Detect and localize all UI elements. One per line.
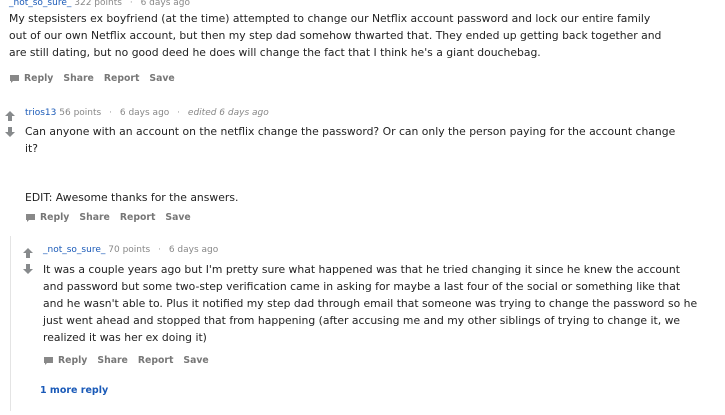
comment-timestamp: 6 days ago xyxy=(140,0,190,8)
comment-line: realized it was her ex doing it) xyxy=(43,331,207,344)
thread-line[interactable] xyxy=(10,236,11,411)
comment-line: just went ahead and stopped that from ha… xyxy=(43,314,681,327)
more-replies-link[interactable]: 1 more reply xyxy=(40,385,108,396)
reply-button[interactable]: Reply xyxy=(9,73,53,84)
downvote-arrow-icon[interactable] xyxy=(4,126,16,138)
comment-line: out of our own Netflix account, but then… xyxy=(9,29,662,42)
reply-speech-bubble-icon xyxy=(44,356,53,365)
comment-username[interactable]: _not_so_sure_ xyxy=(9,0,71,8)
comment-body: Can anyone with an account on the netfli… xyxy=(25,123,715,157)
comment-actions: Reply Share Report Save xyxy=(9,73,185,84)
comment-body: My stepsisters ex boyfriend (at the time… xyxy=(9,10,709,61)
comment-line: and password but some two-step verificat… xyxy=(43,280,681,293)
upvote-arrow-icon[interactable] xyxy=(4,110,16,122)
report-button[interactable]: Report xyxy=(138,355,174,366)
comment-line: My stepsisters ex boyfriend (at the time… xyxy=(9,12,651,25)
comment-line: are still dating, but no good deed he do… xyxy=(9,46,541,59)
report-button[interactable]: Report xyxy=(120,212,156,223)
downvote-arrow-icon[interactable] xyxy=(22,263,34,275)
reply-button[interactable]: Reply xyxy=(25,212,69,223)
comment-edited-label: edited 6 days ago xyxy=(187,108,269,118)
comment-timestamp: 6 days ago xyxy=(119,108,170,118)
save-button[interactable]: Save xyxy=(165,212,190,223)
share-button[interactable]: Share xyxy=(63,73,93,84)
reply-button[interactable]: Reply xyxy=(43,355,87,366)
comment-edit-note: EDIT: Awesome thanks for the answers. xyxy=(25,189,715,206)
comment-points: 70 points xyxy=(108,245,151,255)
comment-meta: trios13 56 points · 6 days ago · edited … xyxy=(25,108,269,118)
share-button[interactable]: Share xyxy=(79,212,109,223)
comment-line: EDIT: Awesome thanks for the answers. xyxy=(25,191,239,204)
comment-username[interactable]: _not_so_sure_ xyxy=(43,245,105,255)
comment-line: Can anyone with an account on the netfli… xyxy=(25,125,676,138)
comment-timestamp: 6 days ago xyxy=(168,245,219,255)
upvote-arrow-icon[interactable] xyxy=(22,247,34,259)
comment-line: and he wasn't able to. Plus it notified … xyxy=(43,297,698,310)
comment-points: 56 points xyxy=(59,108,102,118)
comment-points: 322 points xyxy=(74,0,122,8)
report-button[interactable]: Report xyxy=(104,73,140,84)
comment-username[interactable]: trios13 xyxy=(25,108,56,118)
save-button[interactable]: Save xyxy=(183,355,208,366)
comment-line: it? xyxy=(25,142,38,155)
comment-body: It was a couple years ago but I'm pretty… xyxy=(43,261,723,346)
comment-actions: Reply Share Report Save xyxy=(25,212,201,223)
comment-line: It was a couple years ago but I'm pretty… xyxy=(43,263,680,276)
save-button[interactable]: Save xyxy=(149,73,174,84)
comment-meta: _not_so_sure_ 322 points · 6 days ago xyxy=(9,0,190,8)
reply-speech-bubble-icon xyxy=(26,213,35,222)
comment-meta: _not_so_sure_ 70 points · 6 days ago xyxy=(43,245,219,255)
share-button[interactable]: Share xyxy=(97,355,127,366)
reply-speech-bubble-icon xyxy=(10,74,19,83)
comment-actions: Reply Share Report Save xyxy=(43,355,219,366)
